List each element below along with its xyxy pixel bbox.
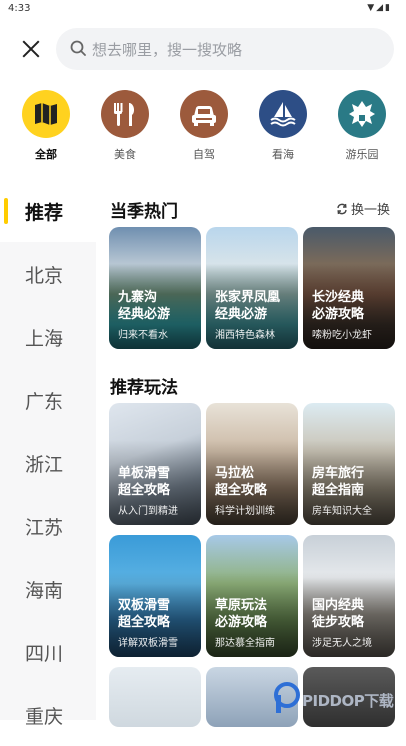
- hot-card-changsha[interactable]: 长沙经典 必游攻略 嗦粉吃小龙虾: [303, 227, 395, 349]
- card-title: 张家界凤凰 经典必游: [215, 289, 280, 323]
- region-label: 江苏: [25, 513, 63, 540]
- rec-card-ski[interactable]: 双板滑雪 超全攻略 详解双板滑雪: [109, 535, 201, 657]
- region-item-recommend[interactable]: 推荐: [0, 182, 96, 242]
- region-item-zhejiang[interactable]: 浙江: [0, 434, 96, 494]
- map-icon: [22, 90, 70, 138]
- category-label: 看海: [251, 146, 315, 162]
- category-label: 自驾: [172, 146, 236, 162]
- status-time: 4:33: [8, 3, 30, 14]
- card-subtitle: 详解双板滑雪: [118, 634, 178, 649]
- region-label: 浙江: [25, 450, 63, 477]
- refresh-icon: [336, 203, 348, 215]
- card-title: 单板滑雪 超全攻略: [118, 465, 170, 499]
- category-drive[interactable]: 自驾: [172, 90, 236, 162]
- region-item-shanghai[interactable]: 上海: [0, 308, 96, 368]
- card-subtitle: 涉足无人之境: [312, 634, 372, 649]
- category-all[interactable]: 全部: [14, 90, 78, 162]
- region-label: 北京: [25, 261, 63, 288]
- card-title: 草原玩法 必游攻略: [215, 597, 267, 631]
- region-item-jiangsu[interactable]: 江苏: [0, 497, 96, 557]
- hot-card-zhangjiajie[interactable]: 张家界凤凰 经典必游 湘西特色森林: [206, 227, 298, 349]
- status-bar: 4:33 ▼◢▮: [0, 0, 406, 18]
- category-park[interactable]: 游乐园: [330, 90, 394, 162]
- category-row: 全部 美食 自驾: [0, 90, 406, 170]
- card-title: 国内经典 徒步攻略: [312, 597, 364, 631]
- search-bar[interactable]: 想去哪里，搜一搜攻略: [56, 28, 394, 70]
- car-icon: [180, 90, 228, 138]
- watermark-text: PIDDOP下载: [302, 690, 393, 711]
- card-subtitle: 湘西特色森林: [215, 326, 275, 341]
- rec-card-hiking[interactable]: 国内经典 徒步攻略 涉足无人之境: [303, 535, 395, 657]
- region-item-hainan[interactable]: 海南: [0, 560, 96, 620]
- rec-card-grassland[interactable]: 草原玩法 必游攻略 那达慕全指南: [206, 535, 298, 657]
- close-button[interactable]: [18, 36, 44, 62]
- card-subtitle: 那达慕全指南: [215, 634, 275, 649]
- recommend-section-title: 推荐玩法: [110, 373, 178, 398]
- watermark: PIDDOP下载: [272, 682, 402, 718]
- rec-card-partial[interactable]: [109, 667, 201, 727]
- region-label: 四川: [25, 639, 63, 666]
- region-label: 推荐: [25, 198, 63, 225]
- hot-section-title: 当季热门: [110, 197, 178, 222]
- card-title: 双板滑雪 超全攻略: [118, 597, 170, 631]
- swap-label: 换一换: [351, 203, 390, 218]
- card-subtitle: 房车知识大全: [312, 502, 372, 517]
- region-label: 上海: [25, 324, 63, 351]
- category-label: 全部: [14, 146, 78, 162]
- region-item-beijing[interactable]: 北京: [0, 245, 96, 305]
- category-food[interactable]: 美食: [93, 90, 157, 162]
- card-title: 九寨沟 经典必游: [118, 289, 170, 323]
- card-subtitle: 归来不看水: [118, 326, 168, 341]
- region-label: 重庆: [25, 702, 63, 729]
- card-title: 长沙经典 必游攻略: [312, 289, 364, 323]
- card-title: 房车旅行 超全指南: [312, 465, 364, 499]
- card-subtitle: 从入门到精进: [118, 502, 178, 517]
- category-label: 美食: [93, 146, 157, 162]
- card-subtitle: 嗦粉吃小龙虾: [312, 326, 372, 341]
- fork-knife-icon: [101, 90, 149, 138]
- region-label: 广东: [25, 387, 63, 414]
- swap-button[interactable]: 换一换: [336, 199, 390, 218]
- search-placeholder: 想去哪里，搜一搜攻略: [92, 39, 242, 60]
- sailboat-icon: [259, 90, 307, 138]
- rec-card-rv[interactable]: 房车旅行 超全指南 房车知识大全: [303, 403, 395, 525]
- region-item-sichuan[interactable]: 四川: [0, 623, 96, 683]
- castle-icon: [338, 90, 386, 138]
- card-title: 马拉松 超全攻略: [215, 465, 267, 499]
- category-label: 游乐园: [330, 146, 394, 162]
- region-item-guangdong[interactable]: 广东: [0, 371, 96, 431]
- region-label: 海南: [25, 576, 63, 603]
- category-sea[interactable]: 看海: [251, 90, 315, 162]
- search-icon: [70, 40, 86, 56]
- rec-card-marathon[interactable]: 马拉松 超全攻略 科学计划训练: [206, 403, 298, 525]
- region-sidebar: 推荐 北京 上海 广东 浙江 江苏 海南 四川 重庆: [0, 182, 96, 720]
- region-item-chongqing[interactable]: 重庆: [0, 686, 96, 746]
- watermark-logo-icon: [272, 682, 302, 714]
- rec-card-snowboard[interactable]: 单板滑雪 超全攻略 从入门到精进: [109, 403, 201, 525]
- card-subtitle: 科学计划训练: [215, 502, 275, 517]
- hot-card-jiuzhaigou[interactable]: 九寨沟 经典必游 归来不看水: [109, 227, 201, 349]
- status-icons: ▼◢▮: [367, 3, 392, 13]
